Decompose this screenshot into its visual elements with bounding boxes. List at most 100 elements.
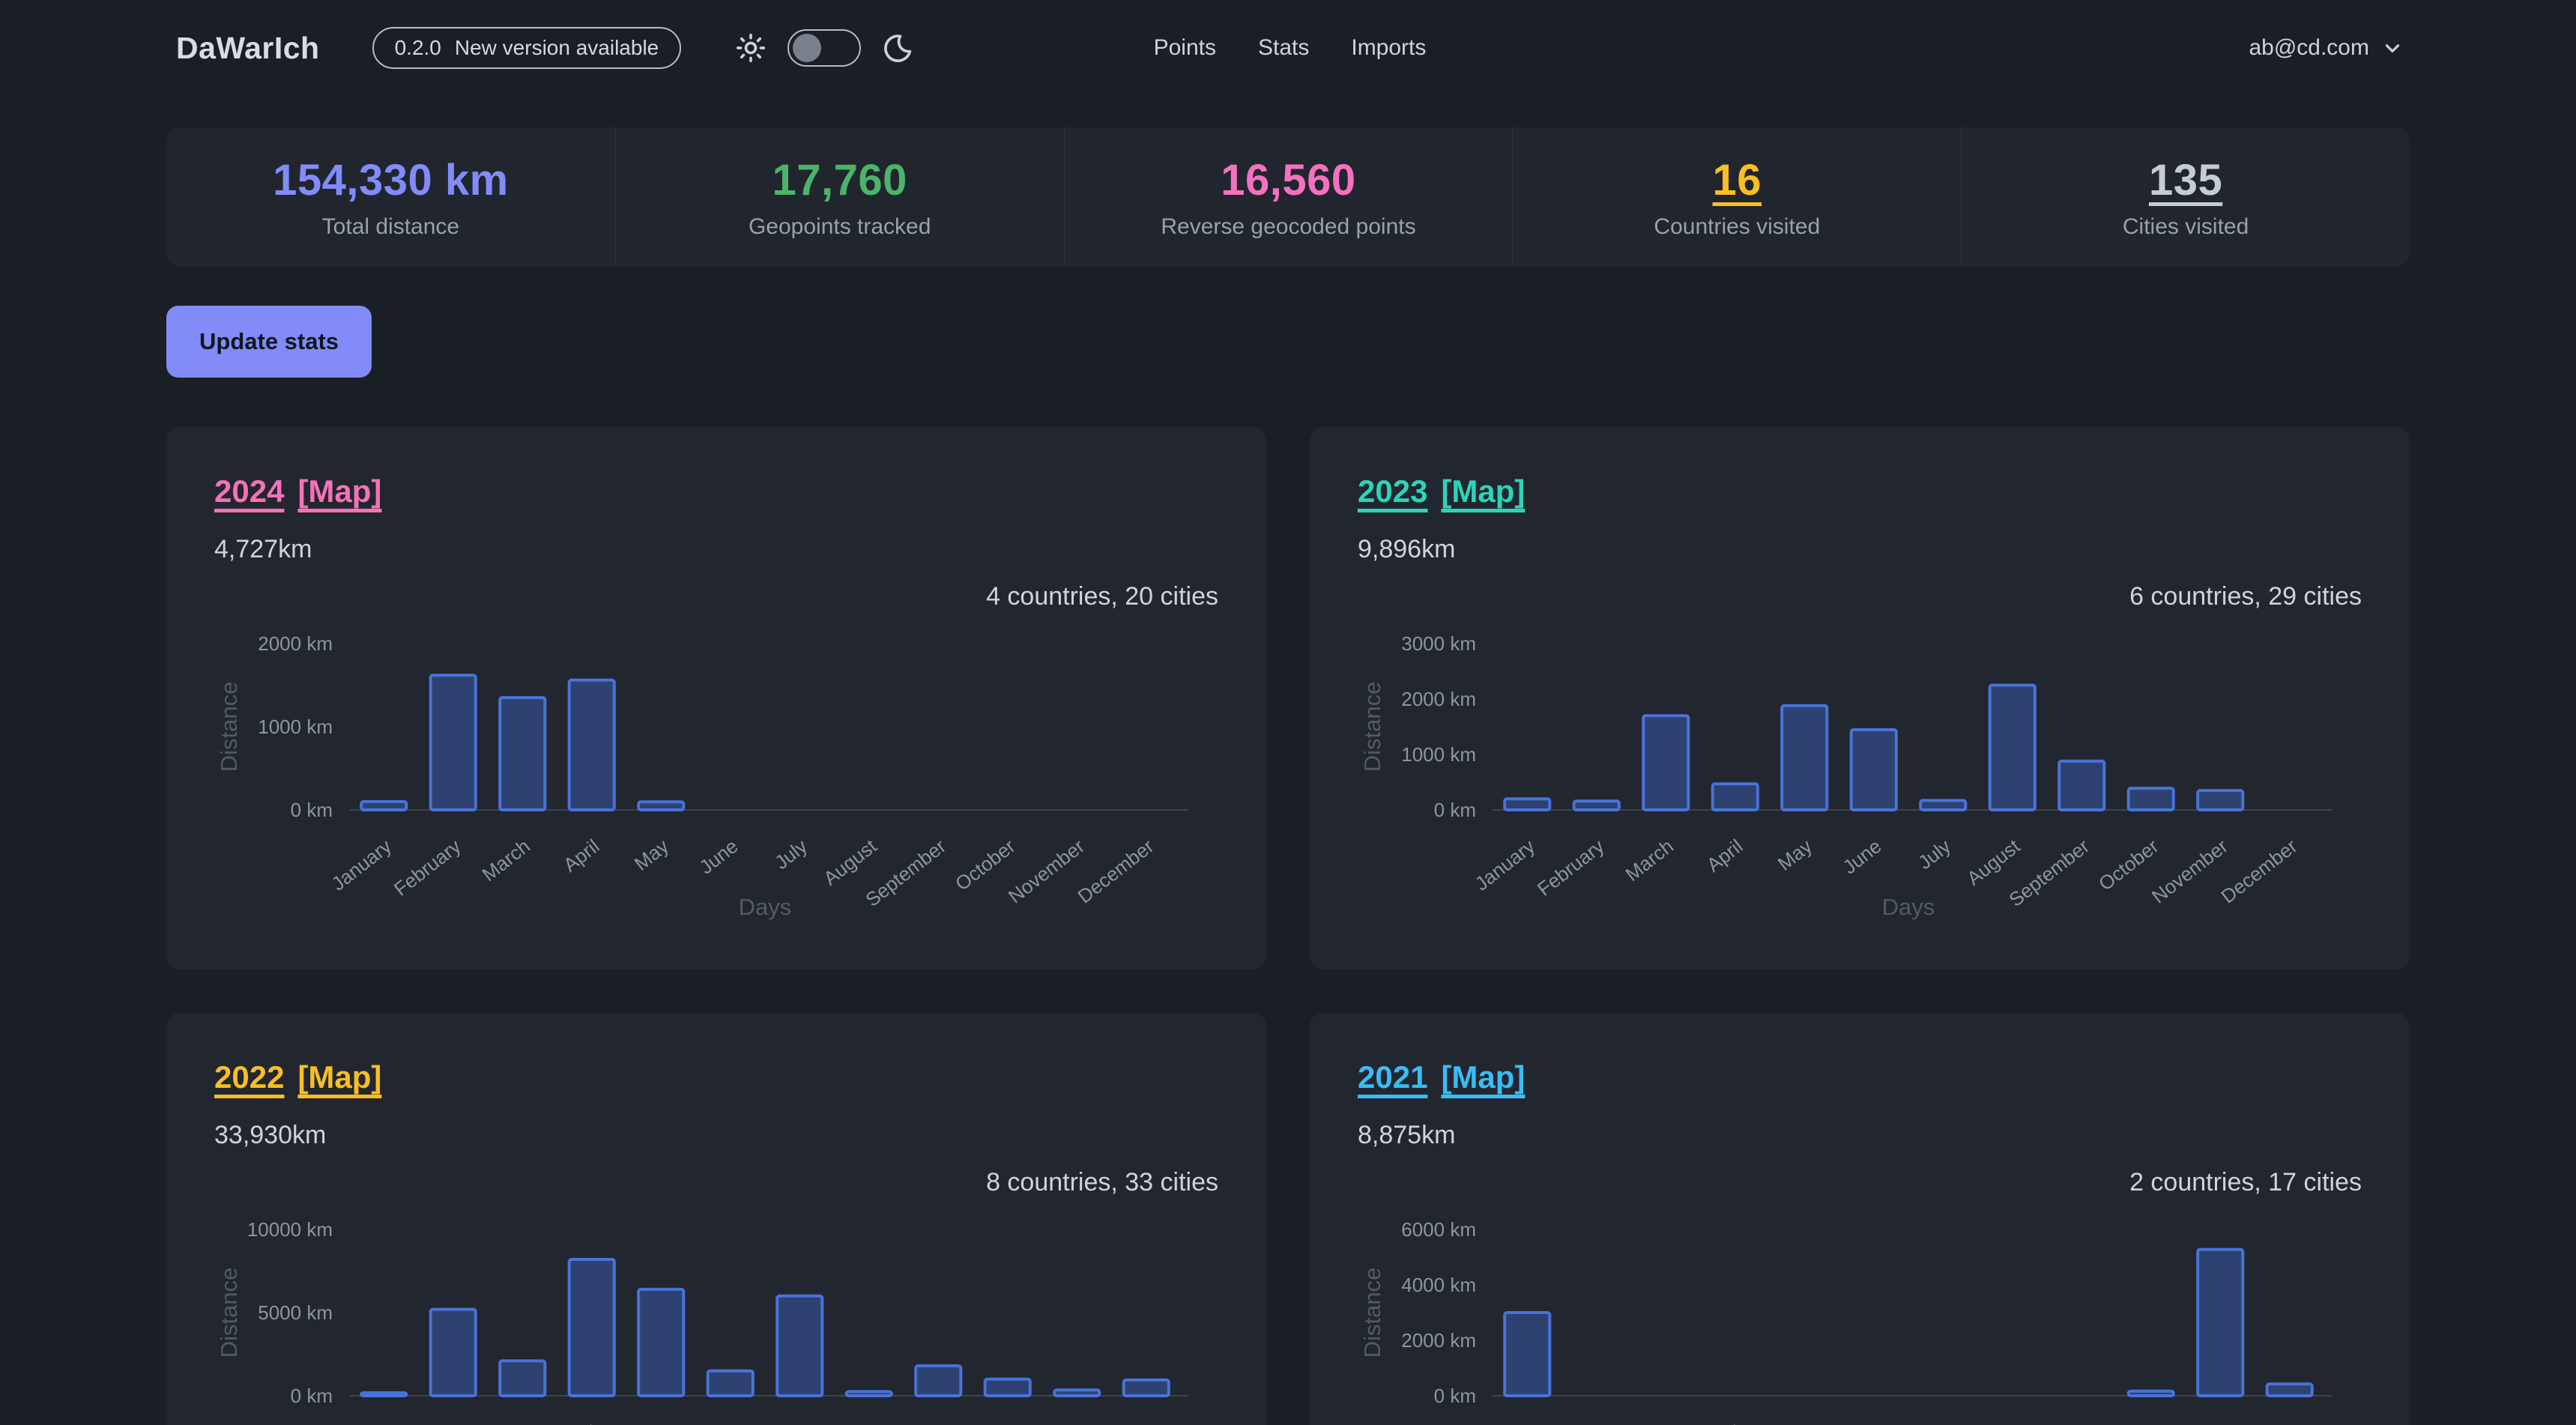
year-card-2024: 2024 [Map] 4,727km 4 countries, 20 citie…: [166, 427, 1266, 969]
toggle-knob: [793, 34, 821, 62]
svg-text:April: April: [1702, 835, 1747, 877]
stat-geopoints-tracked: 17,760 Geopoints tracked: [615, 127, 1064, 267]
svg-text:6000 km: 6000 km: [1401, 1218, 1476, 1241]
svg-text:May: May: [630, 1421, 673, 1425]
svg-text:March: March: [478, 1421, 534, 1425]
year-link-2023[interactable]: 2023: [1358, 474, 1427, 509]
countries-visited-link[interactable]: 16: [1713, 155, 1762, 205]
svg-text:July: July: [1914, 835, 1955, 874]
stat-value: 16,560: [1221, 155, 1355, 205]
chevron-down-icon: [2381, 37, 2404, 59]
map-link-2024[interactable]: [Map]: [297, 474, 381, 509]
svg-text:July: July: [770, 835, 811, 874]
year-distance: 33,930km: [214, 1121, 1218, 1150]
svg-text:January: January: [1471, 835, 1539, 895]
card-title: 2024 [Map]: [214, 474, 1218, 509]
stats-page: 154,330 km Total distance 17,760 Geopoin…: [0, 127, 2576, 1425]
year-card-2022: 2022 [Map] 33,930km 8 countries, 33 citi…: [166, 1013, 1266, 1425]
map-link-2023[interactable]: [Map]: [1441, 474, 1525, 509]
svg-text:10000 km: 10000 km: [247, 1218, 333, 1241]
svg-text:November: November: [2147, 835, 2232, 908]
svg-text:September: September: [2004, 1421, 2093, 1425]
svg-text:February: February: [1533, 1421, 1608, 1425]
card-title: 2021 [Map]: [1358, 1059, 2362, 1095]
year-card-2021: 2021 [Map] 8,875km 2 countries, 17 citie…: [1310, 1013, 2410, 1425]
svg-text:April: April: [1702, 1421, 1747, 1425]
monthly-distance-chart-2023: Distance0 km1000 km2000 km3000 kmJanuary…: [1358, 619, 2338, 957]
map-link-2022[interactable]: [Map]: [297, 1059, 381, 1095]
svg-text:August: August: [1962, 835, 2025, 890]
stat-value: 17,760: [772, 155, 907, 205]
svg-text:May: May: [1774, 1421, 1816, 1425]
stat-reverse-geocoded: 16,560 Reverse geocoded points: [1064, 127, 1513, 267]
svg-text:November: November: [1004, 1421, 1089, 1425]
svg-text:Distance: Distance: [216, 1268, 242, 1358]
svg-text:May: May: [630, 835, 673, 875]
nav-stats[interactable]: Stats: [1258, 35, 1309, 61]
svg-text:March: March: [1621, 835, 1678, 886]
stat-label: Countries visited: [1654, 214, 1820, 240]
svg-text:October: October: [2094, 1421, 2163, 1425]
year-distance: 8,875km: [1358, 1121, 2362, 1150]
svg-text:Distance: Distance: [1359, 1268, 1385, 1358]
svg-text:2000 km: 2000 km: [258, 632, 333, 655]
svg-text:November: November: [1004, 835, 1089, 908]
svg-text:April: April: [559, 835, 603, 877]
svg-text:April: April: [559, 1421, 603, 1425]
svg-text:0 km: 0 km: [1434, 799, 1476, 821]
svg-text:0 km: 0 km: [1434, 1385, 1476, 1407]
year-summary: 4 countries, 20 cities: [214, 582, 1218, 611]
svg-text:2000 km: 2000 km: [1401, 688, 1476, 710]
svg-text:February: February: [1533, 835, 1608, 901]
monthly-distance-chart-2024: Distance0 km1000 km2000 kmJanuaryFebruar…: [214, 619, 1194, 957]
svg-text:3000 km: 3000 km: [1401, 632, 1476, 655]
nav-imports[interactable]: Imports: [1351, 35, 1426, 61]
svg-text:June: June: [695, 1421, 743, 1425]
moon-icon: [880, 31, 913, 64]
sun-icon: [734, 31, 768, 65]
svg-text:1000 km: 1000 km: [1401, 743, 1476, 766]
nav-points[interactable]: Points: [1154, 35, 1216, 61]
year-link-2024[interactable]: 2024: [214, 474, 284, 509]
svg-text:February: February: [390, 835, 465, 901]
svg-text:November: November: [2147, 1421, 2232, 1425]
year-summary: 8 countries, 33 cities: [214, 1168, 1218, 1197]
update-stats-button[interactable]: Update stats: [166, 306, 372, 378]
svg-text:January: January: [327, 835, 396, 895]
year-link-2021[interactable]: 2021: [1358, 1059, 1427, 1095]
stat-label: Total distance: [322, 214, 459, 240]
svg-text:December: December: [1074, 1421, 1158, 1425]
version-message: New version available: [455, 36, 659, 60]
year-summary: 6 countries, 29 cities: [1358, 582, 2362, 611]
monthly-distance-chart-2021: Distance0 km2000 km4000 km6000 kmJanuary…: [1358, 1205, 2338, 1425]
svg-text:August: August: [819, 1421, 881, 1425]
map-link-2021[interactable]: [Map]: [1441, 1059, 1525, 1095]
version-badge[interactable]: 0.2.0 New version available: [372, 27, 682, 69]
year-distance: 9,896km: [1358, 535, 2362, 564]
year-link-2022[interactable]: 2022: [214, 1059, 284, 1095]
user-email: ab@cd.com: [2249, 35, 2369, 61]
svg-text:July: July: [770, 1421, 811, 1425]
svg-text:Days: Days: [1882, 894, 1935, 920]
cities-visited-link[interactable]: 135: [2149, 155, 2222, 205]
svg-text:February: February: [390, 1421, 465, 1425]
stat-label: Reverse geocoded points: [1161, 214, 1415, 240]
svg-text:4000 km: 4000 km: [1401, 1274, 1476, 1296]
card-title: 2023 [Map]: [1358, 474, 2362, 509]
header-right: ab@cd.com: [1426, 35, 2404, 61]
app-logo[interactable]: DaWarIch: [176, 31, 320, 66]
theme-toggle[interactable]: [787, 29, 861, 67]
year-cards-grid: 2024 [Map] 4,727km 4 countries, 20 citie…: [166, 427, 2410, 1425]
year-card-2023: 2023 [Map] 9,896km 6 countries, 29 citie…: [1310, 427, 2410, 969]
stat-value: 154,330 km: [273, 155, 509, 205]
svg-text:June: June: [1839, 835, 1886, 878]
svg-text:March: March: [478, 835, 534, 886]
version-number: 0.2.0: [395, 36, 441, 60]
monthly-distance-chart-2022: Distance0 km5000 km10000 kmJanuaryFebrua…: [214, 1205, 1194, 1425]
svg-text:5000 km: 5000 km: [258, 1301, 333, 1324]
svg-text:Distance: Distance: [216, 682, 242, 772]
user-menu[interactable]: ab@cd.com: [2249, 35, 2404, 61]
stat-countries-visited: 16 Countries visited: [1512, 127, 1961, 267]
svg-text:June: June: [1839, 1421, 1886, 1425]
svg-text:January: January: [1471, 1421, 1539, 1425]
